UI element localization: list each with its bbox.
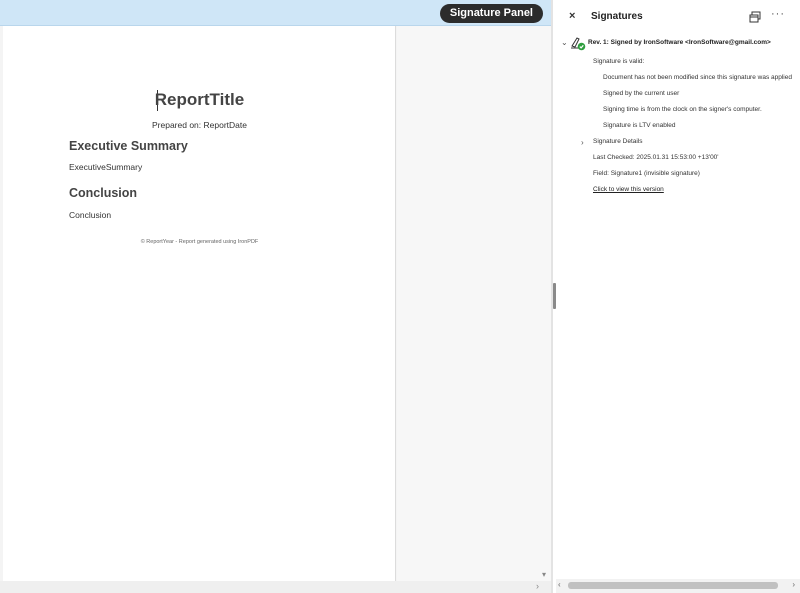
scroll-right-arrow-icon[interactable]: › bbox=[792, 580, 795, 589]
prepared-on-text: Prepared on: ReportDate bbox=[152, 120, 247, 130]
scroll-down-arrow-icon[interactable]: ▾ bbox=[542, 570, 546, 579]
executive-summary-heading: Executive Summary bbox=[69, 139, 188, 153]
scrollbar-thumb[interactable] bbox=[568, 582, 778, 589]
scroll-right-arrow-icon[interactable]: › bbox=[536, 581, 539, 591]
pdf-page[interactable]: ReportTitle Prepared on: ReportDate Exec… bbox=[3, 26, 396, 581]
chevron-right-icon[interactable]: › bbox=[581, 138, 584, 147]
document-viewer: Signature Panel ReportTitle Prepared on:… bbox=[0, 0, 551, 593]
signature-status: Signature is valid: bbox=[593, 58, 645, 65]
check-unmodified: Document has not been modified since thi… bbox=[603, 74, 792, 81]
signatures-panel: × Signatures ··· ⌄ Rev. 1: Signed by Iro… bbox=[556, 0, 800, 593]
check-current-user: Signed by the current user bbox=[603, 90, 680, 97]
panel-horizontal-scrollbar[interactable]: ‹ › bbox=[556, 579, 800, 593]
conclusion-text: Conclusion bbox=[69, 210, 112, 220]
signatures-panel-header: × Signatures ··· bbox=[556, 0, 800, 34]
signature-valid-icon bbox=[570, 35, 586, 51]
more-options-icon[interactable]: ··· bbox=[771, 8, 785, 20]
last-checked-text: Last Checked: 2025.01.31 15:53:00 +13'00… bbox=[593, 154, 719, 161]
check-ltv: Signature is LTV enabled bbox=[603, 122, 676, 129]
scroll-left-arrow-icon[interactable]: ‹ bbox=[558, 580, 561, 589]
copy-window-icon[interactable] bbox=[748, 10, 762, 24]
chevron-down-icon[interactable]: ⌄ bbox=[561, 38, 568, 47]
signature-panel-button[interactable]: Signature Panel bbox=[439, 4, 543, 23]
check-signing-time: Signing time is from the clock on the si… bbox=[603, 106, 762, 113]
close-icon[interactable]: × bbox=[569, 10, 575, 22]
page-gutter bbox=[397, 26, 540, 581]
report-title: ReportTitle bbox=[154, 90, 245, 109]
conclusion-heading: Conclusion bbox=[69, 186, 138, 200]
viewer-toolbar: Signature Panel bbox=[0, 0, 551, 26]
signatures-panel-title: Signatures bbox=[591, 11, 643, 22]
document-vertical-scrollbar[interactable]: ▾ bbox=[540, 26, 551, 581]
executive-summary-text: ExecutiveSummary bbox=[69, 162, 143, 172]
signature-details-toggle[interactable]: Signature Details bbox=[593, 138, 643, 145]
signature-field-text: Field: Signature1 (invisible signature) bbox=[593, 170, 700, 177]
document-horizontal-scrollbar[interactable]: › bbox=[0, 581, 551, 593]
report-footer: © ReportYear - Report generated using Ir… bbox=[140, 239, 259, 245]
view-version-link[interactable]: Click to view this version bbox=[593, 186, 664, 193]
revision-title[interactable]: Rev. 1: Signed by IronSoftware <IronSoft… bbox=[588, 39, 771, 46]
